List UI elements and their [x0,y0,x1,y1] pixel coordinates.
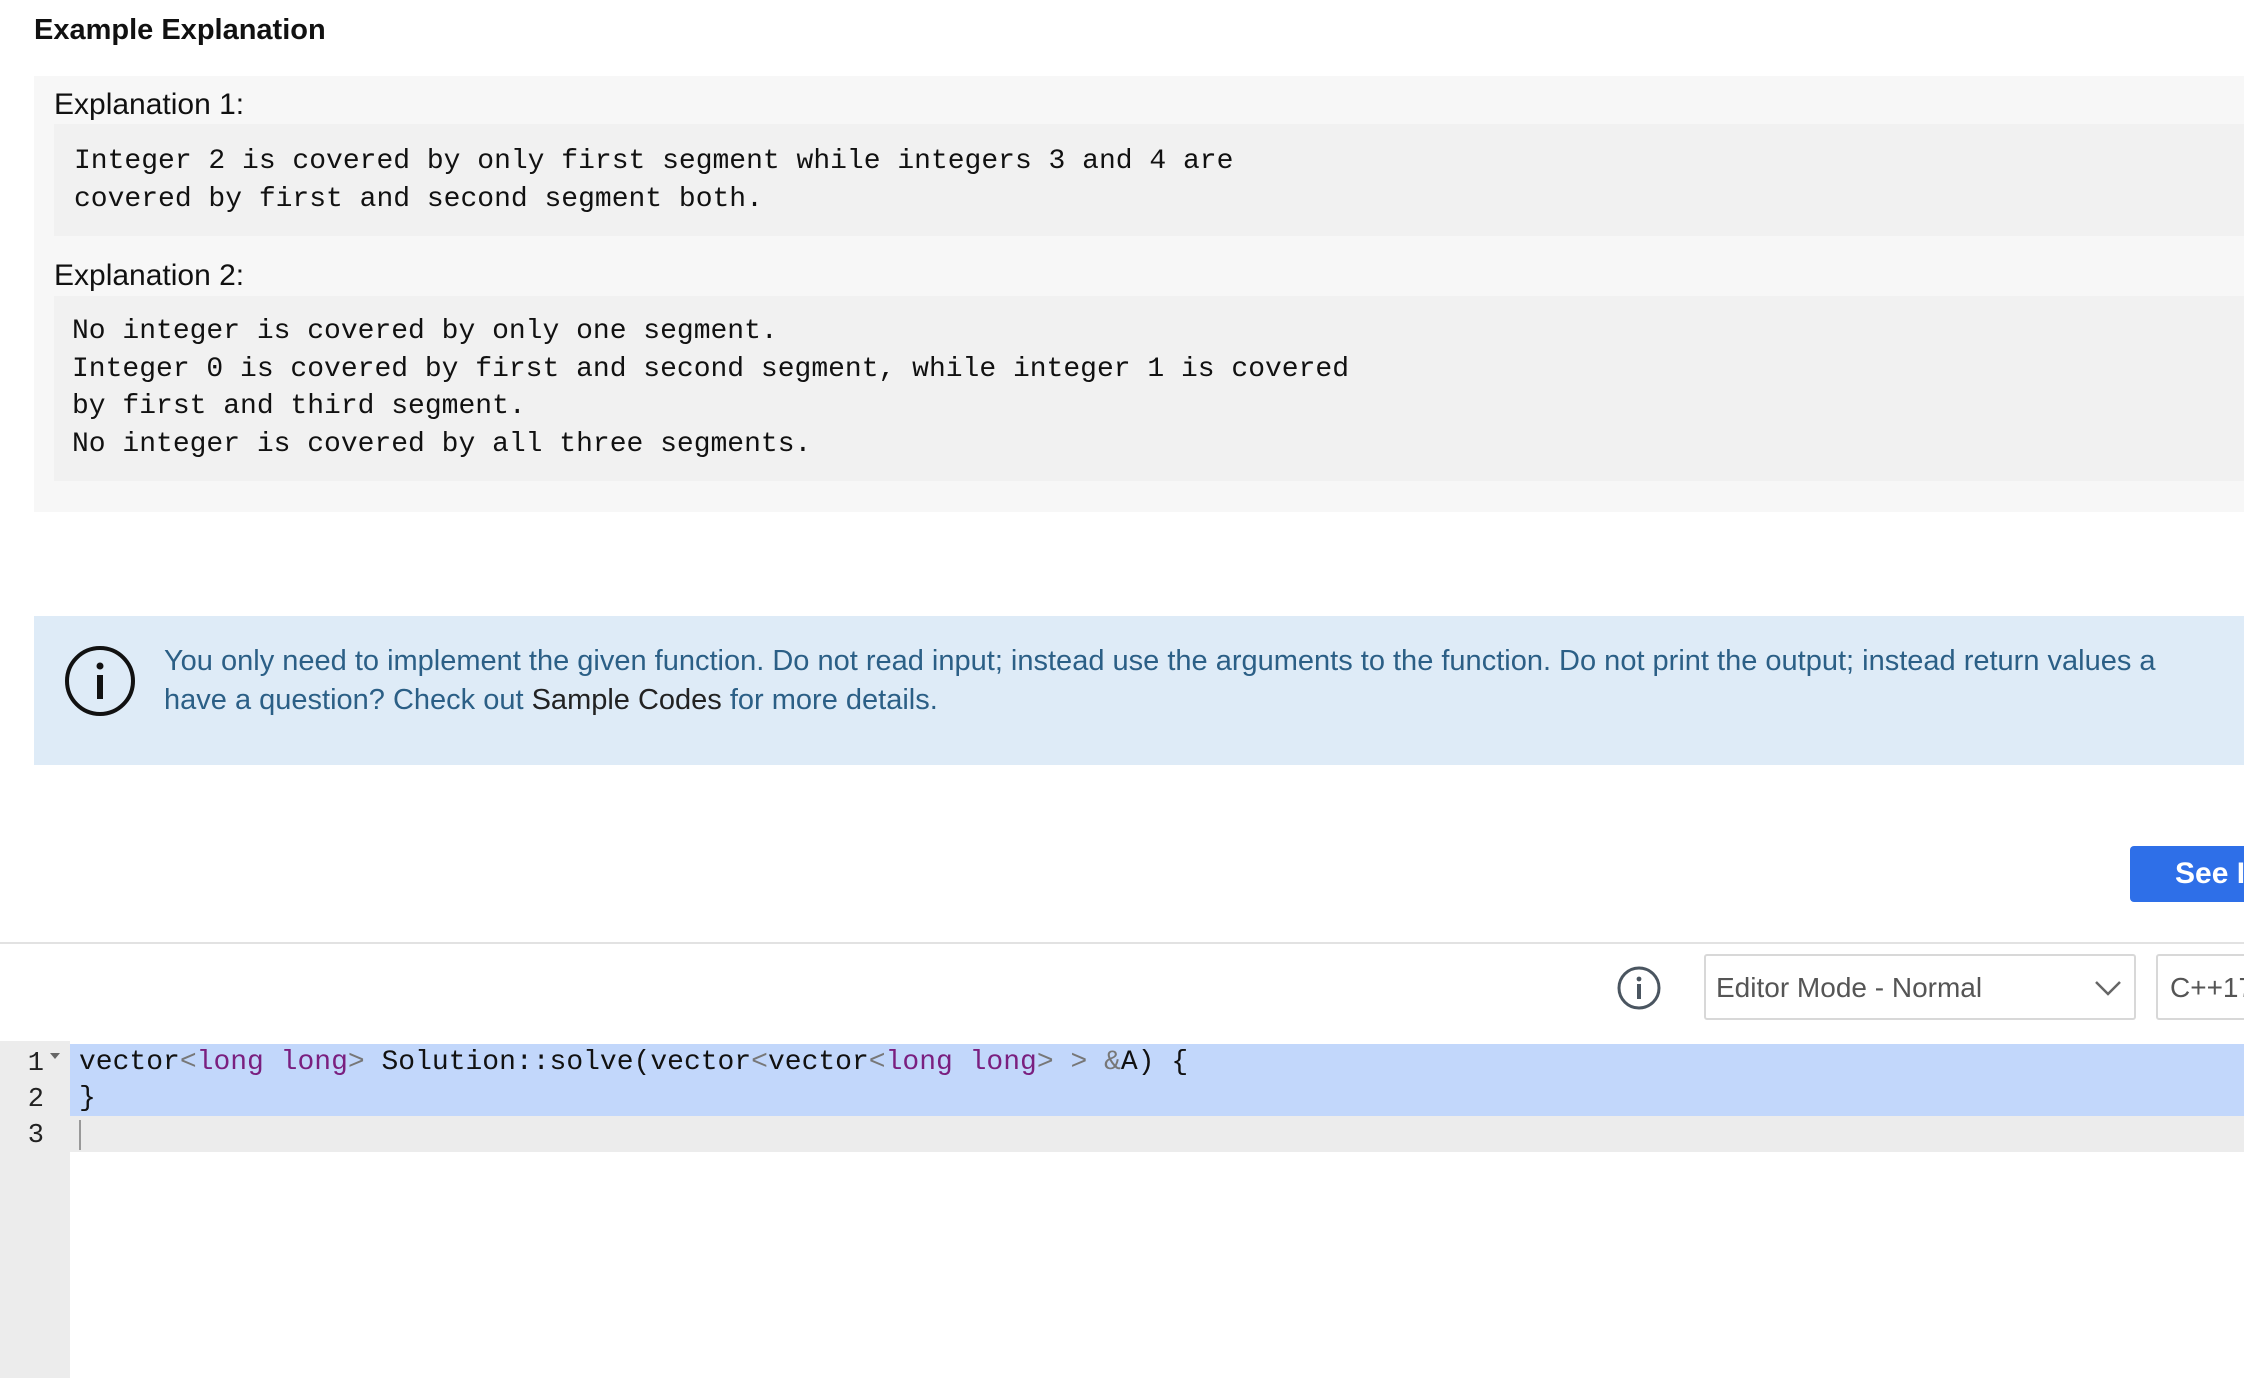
code-token: vector [767,1047,869,1078]
explanation-2-text: No integer is covered by only one segmen… [54,296,2244,481]
see-button[interactable]: See I [2130,846,2244,902]
language-value: C++17 [2170,972,2244,1003]
editor-mode-value: Editor Mode - Normal [1716,972,1983,1003]
toolbar-divider [0,942,2244,944]
info-banner-line-prefix: have a question? Check out [164,684,532,716]
info-circle-icon [65,646,135,716]
sample-codes-link[interactable]: Sample Codes [532,684,722,716]
text-cursor [79,1120,81,1150]
line-number: 1 [27,1049,44,1079]
code-token: long long [196,1047,348,1078]
chevron-down-icon [2095,981,2121,996]
line-number: 2 [27,1085,44,1115]
active-line-highlight [70,1116,2244,1152]
code-token: Solution::solve(vector [364,1047,752,1078]
info-circle-icon[interactable] [1616,965,1662,1011]
code-token: > [1070,1047,1088,1078]
info-banner-line: have a question? Check out Sample Codes … [164,681,2244,720]
explanation-1-label: Explanation 1: [54,88,245,121]
explanation-line: by first and third segment. [72,391,526,422]
explanation-line: covered by first and second segment both… [74,183,763,215]
explanation-1-text: Integer 2 is covered by only first segme… [54,124,2244,236]
code-token: < [751,1047,768,1078]
code-token: A) { [1120,1047,1189,1078]
line-number: 3 [27,1121,44,1151]
code-token: > [347,1047,365,1078]
editor-gutter: 1 2 3 [0,1041,70,1378]
info-banner-text: You only need to implement the given fun… [164,642,2244,720]
explanation-line: No integer is covered by only one segmen… [72,316,778,347]
code-token: vector [79,1047,180,1078]
explanation-line: Integer 2 is covered by only first segme… [74,146,1234,177]
section-title: Example Explanation [34,14,326,46]
fold-toggle-icon[interactable] [50,1053,60,1059]
explanation-line: Integer 0 is covered by first and second… [72,353,1350,385]
explanation-line: No integer is covered by all three segme… [72,428,812,460]
code-token: > [1036,1047,1054,1078]
explanation-2-label: Explanation 2: [54,259,245,292]
code-token: < [179,1047,197,1078]
info-banner-line-suffix: for more details. [721,684,938,716]
code-token: < [868,1047,886,1078]
code-token: long long [885,1047,1037,1078]
code-line[interactable]: vector<long long> Solution::solve(vector… [79,1047,1188,1078]
code-token: & [1104,1047,1121,1078]
info-banner-line: You only need to implement the given fun… [164,645,2156,677]
code-line[interactable]: } [79,1083,96,1114]
